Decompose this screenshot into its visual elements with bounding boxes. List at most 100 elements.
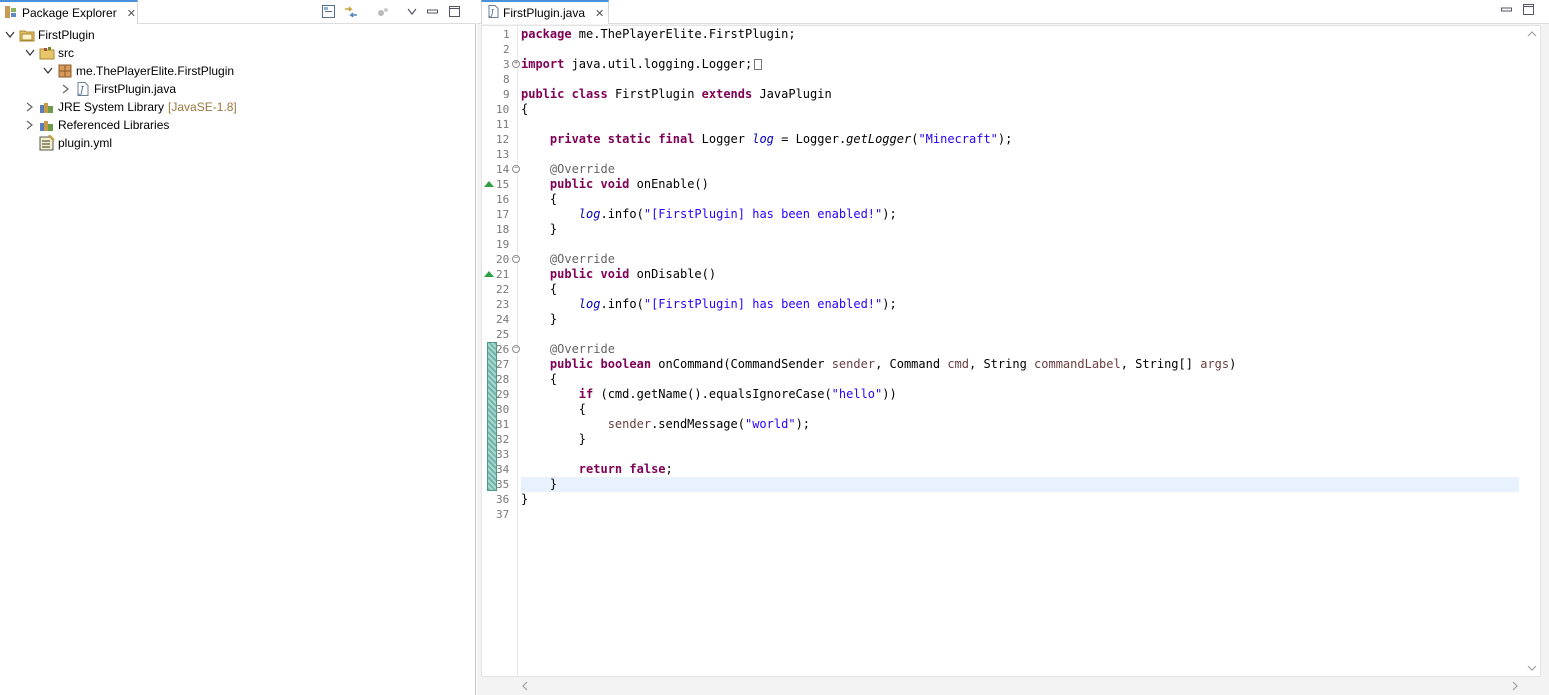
vertical-scrollbar[interactable] xyxy=(1524,26,1540,676)
line-number: 1 xyxy=(503,28,510,41)
code-line[interactable]: { xyxy=(521,102,528,117)
editor-area: J FirstPlugin.java ✕ 1 2 3 +8 9 10 11 12 13 14−15… xyxy=(477,0,1549,695)
collapse-fold-icon[interactable]: − xyxy=(512,345,520,353)
current-line-highlight xyxy=(521,477,1519,492)
code-line[interactable]: import java.util.logging.Logger; xyxy=(521,57,763,72)
override-marker-icon xyxy=(484,271,494,277)
code-line[interactable]: log.info("[FirstPlugin] has been enabled… xyxy=(521,297,897,312)
editor-header: J FirstPlugin.java ✕ xyxy=(477,0,1549,24)
chevron-right-icon[interactable] xyxy=(24,119,36,131)
view-menu-icon[interactable] xyxy=(403,3,420,20)
code-line[interactable]: } xyxy=(521,432,586,447)
package-explorer-view: Package Explorer ✕ FirstPlugin src me.Th… xyxy=(0,0,476,695)
link-with-editor-icon[interactable] xyxy=(342,3,359,20)
line-number: 25 xyxy=(496,328,510,341)
code-line[interactable]: @Override xyxy=(521,162,615,177)
chevron-down-icon[interactable] xyxy=(24,47,36,59)
line-number: 10 xyxy=(496,103,510,116)
line-number: 34 xyxy=(496,463,510,476)
scroll-down-icon[interactable] xyxy=(1527,664,1537,672)
library-icon xyxy=(39,117,55,133)
line-number: 31 xyxy=(496,418,510,431)
folded-import-box[interactable] xyxy=(754,59,763,70)
package-explorer-icon xyxy=(4,5,18,22)
close-icon[interactable]: ✕ xyxy=(127,7,136,20)
tree-item-src[interactable]: src xyxy=(24,44,74,62)
scroll-up-icon[interactable] xyxy=(1527,30,1537,38)
code-line[interactable]: if (cmd.getName().equalsIgnoreCase("hell… xyxy=(521,387,897,402)
tree-item-java-file[interactable]: J FirstPlugin.java xyxy=(60,80,176,98)
package-icon xyxy=(57,63,73,79)
line-number: 27 xyxy=(496,358,510,371)
line-number: 32 xyxy=(496,433,510,446)
code-line[interactable]: { xyxy=(521,282,557,297)
line-number-ruler: 1 2 3 +8 9 10 11 12 13 14−15 16 17 18 19 20−21 22 23 24 25… xyxy=(482,26,520,676)
line-number: 12 xyxy=(496,133,510,146)
code-line[interactable]: package me.ThePlayerElite.FirstPlugin; xyxy=(521,27,796,42)
tree-item-jre-library[interactable]: JRE System Library [JavaSE-1.8] xyxy=(24,98,237,116)
code-line[interactable]: private static final Logger log = Logger… xyxy=(521,132,1012,147)
chevron-down-icon[interactable] xyxy=(4,29,16,41)
java-file-icon: J xyxy=(75,81,91,97)
code-line[interactable]: } xyxy=(521,492,528,507)
code-line[interactable]: return false; xyxy=(521,462,673,477)
horizontal-scrollbar[interactable] xyxy=(481,677,1525,693)
tree-item-label: Referenced Libraries xyxy=(58,118,170,132)
code-line[interactable]: public void onEnable() xyxy=(521,177,709,192)
line-number: 2 xyxy=(503,43,510,56)
package-explorer-tab-label: Package Explorer xyxy=(22,6,117,20)
code-line[interactable]: public void onDisable() xyxy=(521,267,716,282)
line-number: 18 xyxy=(496,223,510,236)
line-number: 28 xyxy=(496,373,510,386)
maximize-icon[interactable] xyxy=(1523,4,1537,18)
collapse-fold-icon[interactable]: − xyxy=(512,255,520,263)
tree-item-project[interactable]: FirstPlugin xyxy=(4,26,95,44)
line-number: 23 xyxy=(496,298,510,311)
maximize-icon[interactable] xyxy=(446,3,463,20)
scroll-right-icon[interactable] xyxy=(1511,681,1519,691)
code-line[interactable]: } xyxy=(521,312,557,327)
editor-tab-firstplugin-java[interactable]: J FirstPlugin.java ✕ xyxy=(481,0,609,24)
line-number: 36 xyxy=(496,493,510,506)
code-line[interactable]: log.info("[FirstPlugin] has been enabled… xyxy=(521,207,897,222)
yml-file-icon xyxy=(39,135,55,151)
expand-fold-icon[interactable]: + xyxy=(512,60,520,68)
collapse-all-icon[interactable] xyxy=(320,3,337,20)
code-line[interactable]: @Override xyxy=(521,342,615,357)
line-number: 35 xyxy=(496,478,510,491)
close-icon[interactable]: ✕ xyxy=(595,7,604,20)
library-icon xyxy=(39,99,55,115)
minimize-icon[interactable] xyxy=(424,3,441,20)
chevron-down-icon[interactable] xyxy=(42,65,54,77)
chevron-right-icon[interactable] xyxy=(24,101,36,113)
tree-item-plugin-yml[interactable]: plugin.yml xyxy=(24,134,112,152)
minimize-icon[interactable] xyxy=(1501,4,1515,18)
line-number: 29 xyxy=(496,388,510,401)
code-line[interactable]: sender.sendMessage("world"); xyxy=(521,417,810,432)
tree-item-label: me.ThePlayerElite.FirstPlugin xyxy=(76,64,235,78)
code-line[interactable]: } xyxy=(521,222,557,237)
tree-item-label: FirstPlugin.java xyxy=(94,82,177,96)
code-line[interactable]: { xyxy=(521,402,586,417)
tree-item-label: plugin.yml xyxy=(58,136,113,150)
code-editor[interactable]: 1 2 3 +8 9 10 11 12 13 14−15 16 17 18 19 20−21 22 23 24 25… xyxy=(481,25,1541,677)
code-line[interactable]: { xyxy=(521,192,557,207)
code-line[interactable]: public class FirstPlugin extends JavaPlu… xyxy=(521,87,832,102)
focus-icon[interactable] xyxy=(374,3,391,20)
chevron-right-icon[interactable] xyxy=(60,83,72,95)
code-line[interactable]: @Override xyxy=(521,252,615,267)
tree-item-decoration: [JavaSE-1.8] xyxy=(168,100,237,114)
collapse-fold-icon[interactable]: − xyxy=(512,165,520,173)
line-number: 33 xyxy=(496,448,510,461)
code-line[interactable]: { xyxy=(521,372,557,387)
code-line[interactable]: } xyxy=(521,477,557,492)
package-explorer-tab[interactable]: Package Explorer ✕ xyxy=(0,0,138,24)
line-number: 13 xyxy=(496,148,510,161)
tree-item-package[interactable]: me.ThePlayerElite.FirstPlugin xyxy=(42,62,234,80)
tree-item-referenced-libraries[interactable]: Referenced Libraries xyxy=(24,116,169,134)
editor-tab-label: FirstPlugin.java xyxy=(503,6,586,20)
scroll-left-icon[interactable] xyxy=(521,681,529,691)
line-number: 16 xyxy=(496,193,510,206)
source-folder-icon xyxy=(39,45,55,61)
code-line[interactable]: public boolean onCommand(CommandSender s… xyxy=(521,357,1236,372)
